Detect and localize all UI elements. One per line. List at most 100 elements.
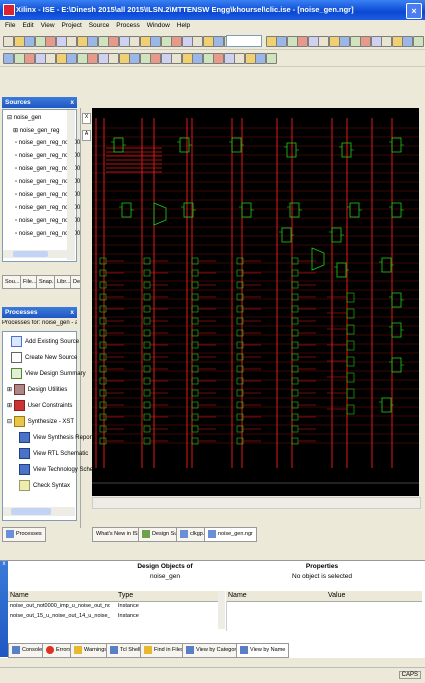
menu-help[interactable]: Help [177,22,190,29]
schematic-hscrollbar[interactable] [92,497,421,509]
menu-edit[interactable]: Edit [22,22,33,29]
process-synthesize-xst[interactable]: ⊟ Synthesize - XST [7,416,74,428]
tab-noise-gen-ngr[interactable]: noise_gen.ngr [204,527,257,542]
toolbar-button[interactable] [13,53,25,64]
rtl-schematic-canvas[interactable] [92,108,419,496]
toolbar-button[interactable] [66,36,77,47]
col-type-header[interactable]: Type [118,592,133,599]
tab-warnings[interactable]: Warnings [70,643,112,658]
toolbar-button[interactable] [24,36,35,47]
toolbar-button[interactable] [150,53,161,64]
toolbar-button[interactable] [192,53,203,64]
process-check-syntax[interactable]: Check Syntax [19,480,70,492]
toolbar-button[interactable] [160,36,172,47]
toolbar-button[interactable] [244,53,256,64]
toolbar-button[interactable] [360,36,371,47]
toolbar-button[interactable] [265,36,277,47]
toolbar-button[interactable] [55,36,67,47]
col-name-header[interactable]: Name [10,592,29,599]
process-view-technology-schematic[interactable]: View Technology Sche [19,464,93,476]
toolbar-button[interactable] [129,36,140,47]
toolbar-button[interactable] [76,53,88,64]
table-row[interactable]: noise_out_not0000_imp_u_noise_out_not000… [10,603,215,612]
toolbar-button[interactable] [129,53,140,64]
toolbar-button[interactable] [3,36,14,47]
toolbar-combo[interactable] [226,35,262,47]
menu-view[interactable]: View [41,22,55,29]
toolbar-button[interactable] [318,36,329,47]
table-row[interactable]: noise_out_15_u_noise_out_14_u_noise_out_… [10,613,215,622]
process-user-constraints[interactable]: ⊞ User Constraints [7,400,72,412]
menu-window[interactable]: Window [147,22,170,29]
toolbar-button[interactable] [97,36,109,47]
toolbar-button[interactable] [181,53,193,64]
toolbar-button[interactable] [370,36,382,47]
toolbar-button[interactable] [76,36,88,47]
toolbar-button[interactable] [66,53,77,64]
process-add-existing-source[interactable]: Add Existing Source [11,336,79,348]
prop-col-name[interactable]: Name [228,592,247,599]
toolbar-button[interactable] [24,53,35,64]
menu-source[interactable]: Source [89,22,110,29]
toolbar-button[interactable] [297,36,308,47]
toolbar-button[interactable] [171,36,182,47]
toolbar-button[interactable] [3,53,14,64]
toolbar-button[interactable] [402,36,413,47]
toolbar-button[interactable] [139,36,151,47]
toolbar-button[interactable] [255,53,266,64]
toolbar-button[interactable] [213,53,224,64]
objects-scrollbar[interactable] [218,591,225,629]
toolbar-button[interactable] [150,36,161,47]
toolbar-button[interactable] [391,36,403,47]
toolbar-button[interactable] [118,53,130,64]
menu-project[interactable]: Project [62,22,82,29]
toolbar-button[interactable] [234,53,245,64]
menu-process[interactable]: Process [116,22,139,29]
toolbar-button[interactable] [412,36,424,47]
sources-tree[interactable]: ⊟ noise_gen ⊞ noise_gen_reg ▫ noise_gen_… [2,109,84,262]
processes-hscrollbar[interactable] [3,507,75,516]
toolbar-button[interactable] [160,53,172,64]
toolbar-button[interactable] [202,53,214,64]
process-create-new-source[interactable]: Create New Source [11,352,77,364]
toolbar-button[interactable] [34,53,46,64]
toolbar-button[interactable] [108,53,119,64]
toolbar-button[interactable] [265,53,277,64]
toolbar-button[interactable] [45,36,56,47]
toolbar-button[interactable] [181,36,193,47]
toolbar-button[interactable] [13,36,25,47]
tab-processes[interactable]: Processes [2,527,46,542]
process-view-rtl-schematic[interactable]: View RTL Schematic [19,448,88,460]
tab-find-in-files[interactable]: Find in Files [140,643,188,658]
toolbar-button[interactable] [87,53,98,64]
toolbar-button[interactable] [97,53,109,64]
toolbar-button[interactable] [286,36,298,47]
toolbar-button[interactable] [34,36,46,47]
toolbar-button[interactable] [55,53,67,64]
toolbar-button[interactable] [108,36,119,47]
toolbar-button[interactable] [276,36,287,47]
tab-tcl-shell[interactable]: Tcl Shell [106,643,145,658]
processes-list[interactable]: Add Existing Source Create New Source Vi… [2,331,93,521]
toolbar-button[interactable] [171,53,182,64]
toolbar-button[interactable] [307,36,319,47]
tab-console[interactable]: Console [8,643,47,658]
tree-item[interactable]: ⊞ noise_gen_reg [13,127,59,134]
tab-view-by-category[interactable]: View by Category [182,643,244,658]
toolbar-button[interactable] [202,36,214,47]
toolbar-button[interactable] [349,36,361,47]
window-close-button[interactable]: × [406,3,422,19]
toolbar-button[interactable] [192,36,203,47]
process-design-utilities[interactable]: ⊞ Design Utilities [7,384,67,396]
toolbar-button[interactable] [381,36,392,47]
sources-hscrollbar[interactable] [3,250,67,258]
panel-close-icon[interactable]: x [0,561,8,657]
toolbar-button[interactable] [213,36,224,47]
menu-file[interactable]: File [5,22,15,29]
toolbar-button[interactable] [118,36,130,47]
sources-scrollbar[interactable] [67,110,75,260]
process-view-design-summary[interactable]: View Design Summary [11,368,86,380]
tree-root[interactable]: ⊟ noise_gen [7,114,41,121]
tab-view-by-name[interactable]: View by Name [236,643,290,658]
toolbar-button[interactable] [339,36,350,47]
